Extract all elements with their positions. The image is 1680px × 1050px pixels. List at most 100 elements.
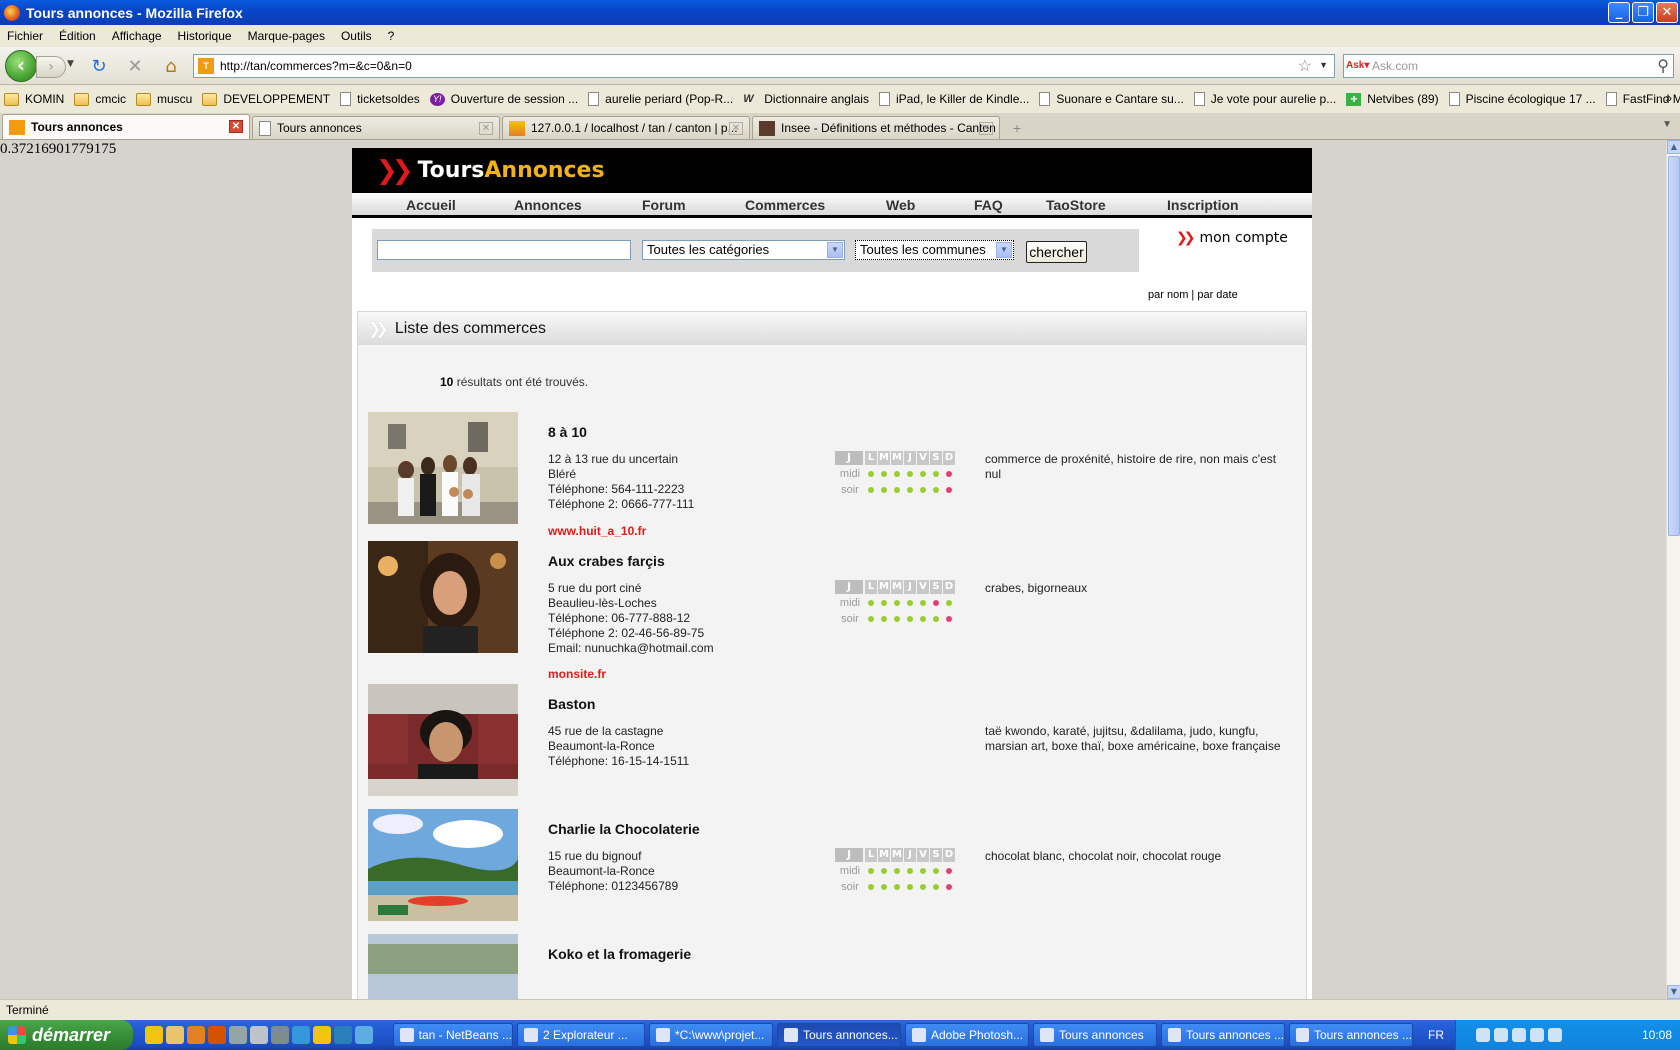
history-dropdown-icon[interactable]: ▼	[67, 59, 74, 69]
shop-name[interactable]: 8 à 10	[548, 424, 587, 440]
ask-engine-icon[interactable]: Ask▾	[1346, 57, 1372, 75]
ie-icon[interactable]	[334, 1026, 352, 1044]
menu-aide[interactable]: ?	[388, 29, 395, 43]
shop-website-link[interactable]: www.huit_a_10.fr	[548, 524, 646, 538]
tab-tours-annonces-1[interactable]: Tours annonces ✕	[2, 114, 250, 139]
bookmarks-overflow-icon[interactable]: »	[1665, 91, 1672, 105]
tab-tours-annonces-2[interactable]: Tours annonces ✕	[252, 116, 500, 139]
logo-tours[interactable]: Tours	[418, 158, 485, 183]
tab-close-icon[interactable]: ✕	[729, 122, 743, 135]
task-tours-annonces-ie[interactable]: Tours annonces ...	[1161, 1023, 1285, 1047]
sort-by-date-link[interactable]: par date	[1197, 289, 1237, 301]
folder-icon[interactable]	[145, 1026, 163, 1044]
bookmark-item[interactable]: DEVELOPPEMENT	[202, 92, 330, 106]
search-placeholder[interactable]: Ask.com	[1372, 59, 1418, 73]
ie-icon[interactable]	[292, 1026, 310, 1044]
home-icon[interactable]: ⌂	[160, 56, 182, 78]
menu-fichier[interactable]: Fichier	[7, 29, 43, 43]
user-icon[interactable]	[229, 1026, 247, 1044]
portrait-photo[interactable]	[368, 541, 518, 653]
bookmark-item[interactable]: ticketsoldes	[340, 92, 420, 106]
vertical-scrollbar[interactable]: ▲ ▼	[1666, 140, 1680, 999]
nav-accueil[interactable]: Accueil	[406, 193, 514, 215]
tray-sync-icon[interactable]	[1494, 1028, 1508, 1042]
mon-compte-link[interactable]: ❯❯ mon compte	[1176, 230, 1288, 246]
task-editor[interactable]: *C:\www\projet...	[649, 1023, 773, 1047]
language-indicator[interactable]: FR	[1428, 1028, 1444, 1042]
globe-icon[interactable]	[355, 1026, 373, 1044]
task-tours-annonces[interactable]: Tours annonces	[1033, 1023, 1157, 1047]
bookmark-item[interactable]: Je vote pour aurelie p...	[1193, 92, 1336, 106]
bookmark-item[interactable]: W Dictionnaire anglais	[743, 92, 869, 106]
tray-volume-icon[interactable]	[1512, 1028, 1526, 1042]
bookmark-item[interactable]: Piscine écologique 17 ...	[1448, 92, 1596, 106]
bookmark-item[interactable]: muscu	[136, 92, 192, 106]
shop-name[interactable]: Koko et la fromagerie	[548, 946, 691, 962]
search-icon[interactable]: ⚲	[1657, 56, 1669, 76]
shop-website-link[interactable]: monsite.fr	[548, 667, 606, 681]
tab-close-icon[interactable]: ✕	[229, 120, 243, 133]
nav-taostore[interactable]: TaoStore	[1046, 193, 1167, 215]
sort-by-name-link[interactable]: par nom	[1148, 289, 1188, 301]
task-firefox-active[interactable]: Tours annonces...	[777, 1023, 901, 1047]
url-dropdown-icon[interactable]: ▼	[1319, 60, 1328, 70]
url-bar[interactable]: T http://tan/commerces?m=&c=0&n=0 ☆ ▼	[193, 54, 1335, 78]
bookmark-star-icon[interactable]: ☆	[1298, 56, 1312, 76]
scroll-thumb[interactable]	[1668, 156, 1680, 536]
menu-outils[interactable]: Outils	[341, 29, 372, 43]
stop-icon[interactable]: ✕	[124, 56, 146, 78]
logo-annonces[interactable]: Annonces	[484, 158, 604, 183]
tab-close-icon[interactable]: ✕	[479, 122, 493, 135]
menu-historique[interactable]: Historique	[178, 29, 232, 43]
search-bar[interactable]: Ask▾ Ask.com ⚲	[1343, 54, 1674, 78]
commune-select[interactable]: Toutes les communes ▼	[855, 240, 1014, 260]
back-button[interactable]: ‹	[5, 50, 37, 82]
tab-insee[interactable]: Insee - Définitions et méthodes - Canton…	[752, 116, 1000, 139]
cafe-photo[interactable]	[368, 684, 518, 796]
bookmark-item[interactable]: Suonare e Cantare su...	[1039, 92, 1184, 106]
nav-forum[interactable]: Forum	[642, 193, 745, 215]
tab-list-icon[interactable]: ▼	[1662, 119, 1672, 130]
app-icon[interactable]	[271, 1026, 289, 1044]
nav-inscription[interactable]: Inscription	[1167, 193, 1277, 215]
start-button[interactable]: démarrer	[0, 1020, 133, 1050]
task-photoshop[interactable]: Adobe Photosh...	[905, 1023, 1029, 1047]
task-netbeans[interactable]: tan - NetBeans ...	[393, 1023, 513, 1047]
nav-annonces[interactable]: Annonces	[514, 193, 642, 215]
tab-phpmyadmin[interactable]: 127.0.0.1 / localhost / tan / canton | p…	[502, 116, 750, 139]
beach-photo[interactable]	[368, 809, 518, 921]
shop-name[interactable]: Aux crabes farçis	[548, 553, 665, 569]
firefox-icon[interactable]	[208, 1026, 226, 1044]
restore-button[interactable]: ❐	[1632, 2, 1654, 23]
bookmark-item[interactable]: + Netvibes (89)	[1346, 92, 1439, 106]
nav-web[interactable]: Web	[886, 193, 974, 215]
folder-icon[interactable]	[313, 1026, 331, 1044]
scroll-up-icon[interactable]: ▲	[1667, 140, 1680, 154]
url-text[interactable]: http://tan/commerces?m=&c=0&n=0	[220, 59, 412, 73]
bookmark-item[interactable]: KOMIN	[4, 92, 64, 106]
task-tours-annonces-chrome[interactable]: Tours annonces ...	[1289, 1023, 1413, 1047]
reload-icon[interactable]: ↻	[88, 56, 110, 78]
shop-name[interactable]: Charlie la Chocolaterie	[548, 821, 700, 837]
tray-security-icon[interactable]	[1548, 1028, 1562, 1042]
bookmark-item[interactable]: cmcic	[74, 92, 126, 106]
menu-edition[interactable]: Édition	[59, 29, 96, 43]
new-tab-button[interactable]: +	[1004, 117, 1030, 139]
nav-faq[interactable]: FAQ	[974, 193, 1046, 215]
tray-app-icon[interactable]	[1530, 1028, 1544, 1042]
tray-network-icon[interactable]	[1476, 1028, 1490, 1042]
minimize-button[interactable]: _	[1608, 2, 1630, 23]
task-explorer[interactable]: 2 Explorateur ...	[517, 1023, 645, 1047]
landscape-photo[interactable]	[368, 934, 518, 999]
tool-icon[interactable]	[250, 1026, 268, 1044]
bookmark-item[interactable]: iPad, le Killer de Kindle...	[878, 92, 1029, 106]
shop-name[interactable]: Baston	[548, 696, 595, 712]
tab-close-icon[interactable]: ✕	[979, 122, 993, 135]
scroll-down-icon[interactable]: ▼	[1667, 985, 1680, 999]
search-button[interactable]: chercher	[1026, 241, 1087, 263]
close-window-button[interactable]: ✕	[1656, 2, 1678, 23]
forward-button[interactable]: ›	[36, 56, 66, 78]
bookmark-item[interactable]: Y! Ouverture de session ...	[429, 92, 578, 106]
menu-affichage[interactable]: Affichage	[112, 29, 162, 43]
keyword-input[interactable]	[377, 240, 631, 260]
